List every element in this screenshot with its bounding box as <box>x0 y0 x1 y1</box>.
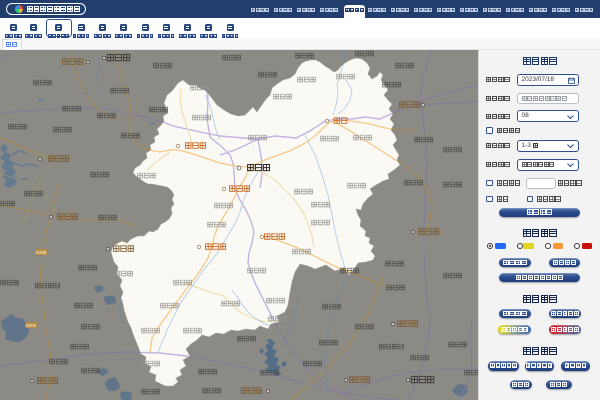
svg-text:G209: G209 <box>36 250 47 255</box>
svg-text:S202: S202 <box>26 323 37 328</box>
